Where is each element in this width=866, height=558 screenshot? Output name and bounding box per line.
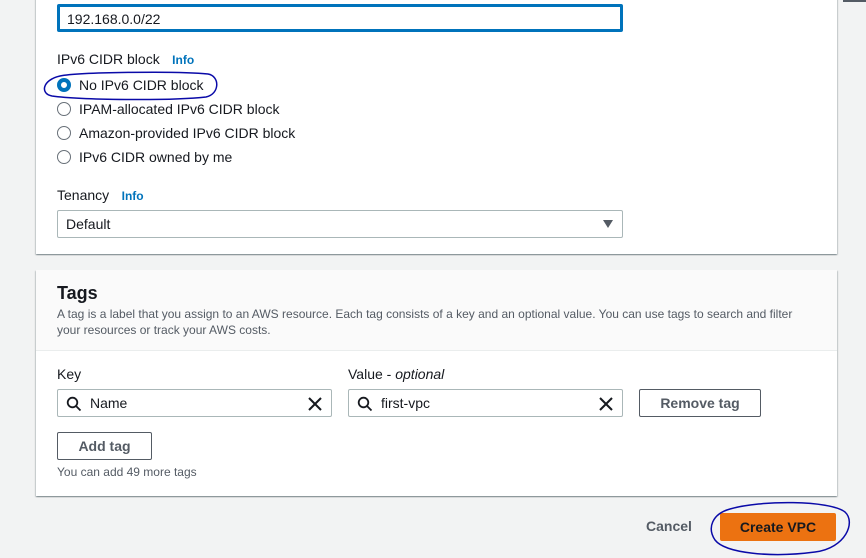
create-vpc-button[interactable]: Create VPC bbox=[720, 513, 836, 541]
tags-title: Tags bbox=[57, 283, 98, 303]
add-tag-button[interactable]: Add tag bbox=[57, 432, 152, 460]
clear-icon[interactable] bbox=[598, 396, 614, 412]
radio-label: Amazon-provided IPv6 CIDR block bbox=[79, 125, 296, 141]
radio-label: No IPv6 CIDR block bbox=[79, 77, 204, 93]
tags-description: A tag is a label that you assign to an A… bbox=[57, 307, 793, 337]
search-icon bbox=[357, 396, 373, 412]
radio-ipam-ipv6[interactable]: IPAM-allocated IPv6 CIDR block bbox=[57, 99, 279, 119]
remove-tag-button[interactable]: Remove tag bbox=[639, 389, 761, 417]
radio-unchecked-icon[interactable] bbox=[57, 126, 71, 140]
ipv4-cidr-input[interactable]: 192.168.0.0/22 bbox=[57, 4, 623, 32]
vpc-settings-panel: 192.168.0.0/22 IPv6 CIDR block Info No I… bbox=[36, 0, 837, 254]
top-border bbox=[843, 0, 866, 2]
cancel-button[interactable]: Cancel bbox=[646, 518, 692, 534]
tag-key-value: Name bbox=[90, 395, 128, 411]
tenancy-info-link[interactable]: Info bbox=[122, 189, 144, 203]
clear-icon[interactable] bbox=[307, 396, 323, 412]
tag-value-input[interactable]: first-vpc bbox=[348, 389, 623, 417]
ipv6-cidr-heading: IPv6 CIDR block Info bbox=[57, 51, 194, 69]
radio-owned-ipv6[interactable]: IPv6 CIDR owned by me bbox=[57, 147, 232, 167]
radio-unchecked-icon[interactable] bbox=[57, 150, 71, 164]
radio-no-ipv6[interactable]: No IPv6 CIDR block bbox=[57, 75, 203, 95]
ipv6-info-link[interactable]: Info bbox=[172, 53, 194, 67]
tags-header: Tags A tag is a label that you assign to… bbox=[36, 270, 837, 351]
tenancy-label: Tenancy bbox=[57, 187, 110, 203]
radio-amazon-ipv6[interactable]: Amazon-provided IPv6 CIDR block bbox=[57, 123, 295, 143]
tenancy-value: Default bbox=[66, 216, 111, 232]
radio-checked-icon[interactable] bbox=[57, 78, 71, 92]
value-label-separator: - bbox=[382, 366, 396, 382]
search-icon bbox=[66, 396, 82, 412]
key-label: Key bbox=[57, 366, 82, 382]
caret-down-icon bbox=[603, 220, 613, 228]
tags-panel: Tags A tag is a label that you assign to… bbox=[36, 270, 837, 496]
tag-value-value: first-vpc bbox=[381, 395, 430, 411]
tag-key-input[interactable]: Name bbox=[57, 389, 332, 417]
radio-unchecked-icon[interactable] bbox=[57, 102, 71, 116]
value-label: Value - optional bbox=[348, 366, 444, 382]
value-optional-label: optional bbox=[395, 366, 445, 382]
value-label-text: Value bbox=[348, 366, 383, 382]
tenancy-heading: Tenancy Info bbox=[57, 187, 144, 205]
tenancy-select[interactable]: Default bbox=[57, 210, 623, 238]
radio-label: IPAM-allocated IPv6 CIDR block bbox=[79, 101, 280, 117]
tags-remaining-hint: You can add 49 more tags bbox=[57, 465, 197, 479]
ipv6-cidr-label: IPv6 CIDR block bbox=[57, 51, 160, 67]
radio-label: IPv6 CIDR owned by me bbox=[79, 149, 233, 165]
